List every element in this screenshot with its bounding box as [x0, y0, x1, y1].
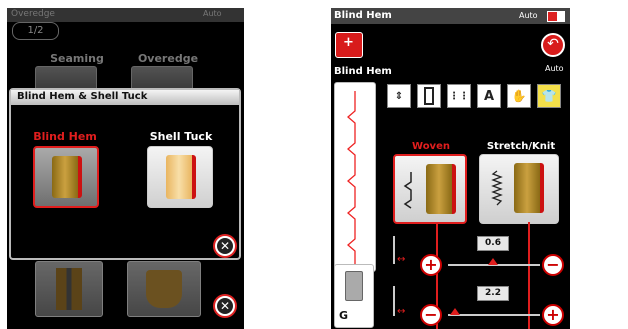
stitch-preview [334, 82, 376, 272]
dialog-close-button[interactable]: ✕ [213, 234, 237, 258]
single-icon [424, 87, 434, 105]
battery-icon [547, 11, 565, 22]
status-auto: Auto [519, 11, 538, 20]
width-minus-button[interactable]: − [542, 254, 564, 276]
option-shell-tuck-button[interactable] [147, 146, 213, 208]
letter-a-button[interactable]: A [477, 84, 501, 108]
status-bar: Overedge Auto [7, 8, 244, 22]
auto-thread-label: Auto [545, 64, 564, 73]
dialog-title: Blind Hem & Shell Tuck [17, 91, 148, 102]
close-icon: ✕ [217, 298, 233, 314]
knit-stitch-icon [491, 170, 503, 206]
tab-stretch-knit[interactable] [479, 154, 559, 224]
width-plus-button[interactable]: + [420, 254, 442, 276]
status-auto: Auto [203, 9, 222, 18]
mirror-icon: ⇕ [394, 90, 404, 102]
mirror-vertical-button[interactable]: ⇕ [387, 84, 411, 108]
shell-tuck-fabric-icon [166, 155, 196, 199]
blind-hem-fabric-icon [52, 156, 82, 198]
left-screen: Overedge Auto 1/2 Seaming Overedge Blind… [7, 8, 244, 329]
length-slider-handle[interactable] [450, 308, 460, 315]
zipper-icon [56, 268, 82, 310]
status-title: Blind Hem [334, 10, 392, 21]
foot-letter: G [339, 309, 349, 322]
tab-woven-label: Woven [412, 141, 450, 152]
width-value: 0.6 [477, 236, 509, 251]
gathering-tile[interactable] [127, 261, 201, 317]
dialog: Blind Hem & Shell Tuck Blind Hem Shell T… [9, 88, 241, 260]
triple-stitch-button[interactable]: ⋮⋮ [447, 84, 471, 108]
stitch-mode-icon[interactable]: + [335, 32, 363, 58]
length-value: 2.2 [477, 286, 509, 301]
width-icon: ↔ [393, 236, 417, 265]
width-slider-handle[interactable] [488, 258, 498, 265]
presser-foot-indicator: G [334, 264, 374, 328]
presser-foot-icon [345, 271, 363, 301]
close-button[interactable]: ✕ [213, 294, 237, 318]
category-seaming: Seaming [50, 52, 104, 65]
back-button[interactable]: ↶ [541, 33, 565, 57]
status-bar: Blind Hem Auto [331, 8, 570, 24]
tool-hand-button[interactable]: ✋ [507, 84, 531, 108]
length-slider-track[interactable] [448, 308, 540, 316]
guide-line [528, 222, 530, 329]
single-stitch-button[interactable] [417, 84, 441, 108]
shirt-icon: 👕 [541, 89, 557, 103]
close-icon: ✕ [217, 238, 233, 254]
status-title: Overedge [11, 9, 55, 19]
length-minus-button[interactable]: − [420, 304, 442, 326]
knit-fabric-icon [514, 163, 544, 213]
back-arrow-icon: ↶ [547, 36, 559, 52]
gathering-icon [146, 270, 182, 308]
category-overedge: Overedge [137, 52, 199, 65]
hand-icon: ✋ [511, 89, 527, 103]
page-nav-label: 1/2 [27, 25, 44, 36]
option-blind-hem-label: Blind Hem [33, 130, 97, 143]
dialog-title-bar: Blind Hem & Shell Tuck [11, 90, 239, 105]
stitch-name: Blind Hem [334, 66, 392, 77]
woven-stitch-icon [403, 172, 412, 209]
shirt-button[interactable]: 👕 [537, 84, 561, 108]
length-plus-button[interactable]: + [542, 304, 564, 326]
tab-stretch-label: Stretch/Knit [486, 141, 556, 152]
option-blind-hem-button[interactable] [33, 146, 99, 208]
right-screen: Blind Hem Auto + Blind Hem ↶ Auto G ⇕ ⋮⋮… [331, 8, 570, 329]
letter-a-icon: A [483, 88, 495, 104]
length-icon: ↔ [393, 286, 417, 317]
page-nav[interactable]: 1/2 [12, 22, 59, 40]
triple-icon: ⋮⋮ [449, 90, 469, 102]
width-slider-track[interactable] [448, 258, 540, 266]
woven-fabric-icon [426, 164, 456, 214]
zipper-tile[interactable] [35, 261, 103, 317]
tab-woven[interactable] [393, 154, 467, 224]
option-shell-tuck-label: Shell Tuck [149, 130, 213, 143]
stitch-pattern-icon [347, 91, 356, 265]
